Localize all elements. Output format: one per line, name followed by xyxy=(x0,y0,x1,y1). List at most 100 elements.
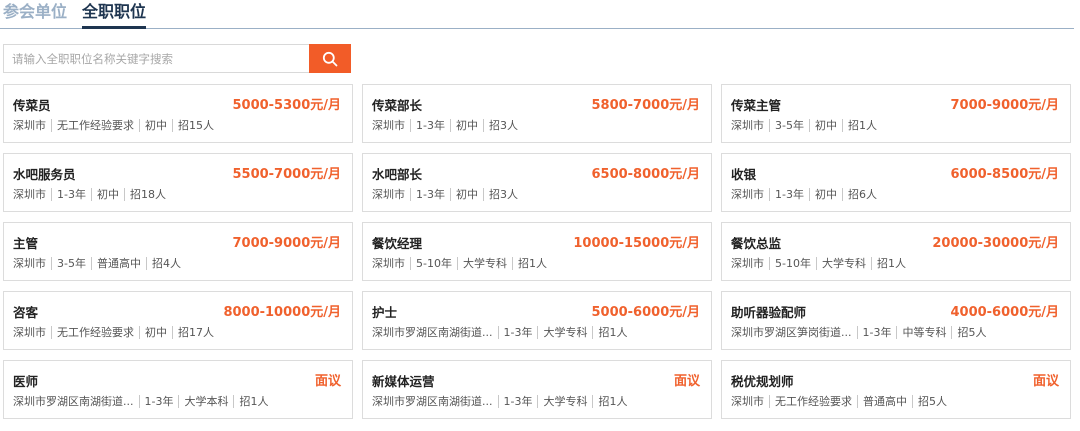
job-card[interactable]: 收银 6000-8500元/月 深圳市 1-3年 初中 招6人 xyxy=(721,153,1071,212)
job-location: 深圳市 xyxy=(13,257,46,270)
job-meta: 深圳市 无工作经验要求 普通高中 招5人 xyxy=(731,395,952,408)
job-title: 税优规划师 xyxy=(731,374,794,389)
job-card[interactable]: 护士 5000-6000元/月 深圳市罗湖区南湖街道... 1-3年 大学专科 … xyxy=(362,291,712,350)
job-headcount: 招18人 xyxy=(123,188,171,201)
search-icon xyxy=(322,51,338,66)
search-button[interactable] xyxy=(309,44,351,73)
job-card[interactable]: 传菜员 5000-5300元/月 深圳市 无工作经验要求 初中 招15人 xyxy=(3,84,353,143)
job-card[interactable]: 餐饮总监 20000-30000元/月 深圳市 5-10年 大学专科 招1人 xyxy=(721,222,1071,281)
job-salary: 面议 xyxy=(1032,374,1059,389)
job-experience: 无工作经验要求 xyxy=(769,395,857,408)
job-title: 护士 xyxy=(372,305,398,320)
job-education: 大学专科 xyxy=(456,257,512,270)
job-meta: 深圳市 5-10年 大学专科 招1人 xyxy=(372,257,552,270)
job-experience: 无工作经验要求 xyxy=(51,326,139,339)
job-headcount: 招6人 xyxy=(841,188,882,201)
job-headcount: 招17人 xyxy=(172,326,219,339)
job-location: 深圳市 xyxy=(372,119,405,132)
job-title: 餐饮总监 xyxy=(731,236,782,251)
job-location: 深圳市 xyxy=(731,257,764,270)
job-title: 传菜主管 xyxy=(731,98,782,113)
tab-jobs[interactable]: 全职职位 xyxy=(82,1,147,29)
job-education: 中等专科 xyxy=(896,326,951,339)
job-location: 深圳市 xyxy=(13,119,46,132)
job-salary: 5000-6000元/月 xyxy=(591,305,700,320)
job-headcount: 招5人 xyxy=(912,395,952,408)
job-salary: 5000-5300元/月 xyxy=(232,98,341,113)
job-headcount: 招1人 xyxy=(841,119,882,132)
job-meta: 深圳市罗湖区南湖街道... 1-3年 大学专科 招1人 xyxy=(372,395,632,408)
job-card[interactable]: 税优规划师 面议 深圳市 无工作经验要求 普通高中 招5人 xyxy=(721,360,1071,419)
job-location: 深圳市罗湖区笋岗街道... xyxy=(731,326,852,339)
job-education: 初中 xyxy=(449,188,483,201)
job-experience: 3-5年 xyxy=(769,119,809,132)
job-experience: 1-3年 xyxy=(856,326,897,339)
job-education: 普通高中 xyxy=(90,257,146,270)
job-education: 初中 xyxy=(808,119,842,132)
job-location: 深圳市 xyxy=(13,326,46,339)
job-card[interactable]: 医师 面议 深圳市罗湖区南湖街道... 1-3年 大学本科 招1人 xyxy=(3,360,353,419)
job-meta: 深圳市 5-10年 大学专科 招1人 xyxy=(731,257,911,270)
job-experience: 1-3年 xyxy=(410,188,450,201)
job-experience: 1-3年 xyxy=(410,119,450,132)
job-education: 初中 xyxy=(808,188,842,201)
job-education: 初中 xyxy=(139,119,172,132)
job-experience: 5-10年 xyxy=(410,257,457,270)
job-title: 水吧部长 xyxy=(372,167,423,182)
job-education: 大学本科 xyxy=(178,395,233,408)
job-headcount: 招3人 xyxy=(482,188,523,201)
job-card[interactable]: 新媒体运营 面议 深圳市罗湖区南湖街道... 1-3年 大学专科 招1人 xyxy=(362,360,712,419)
job-title: 餐饮经理 xyxy=(372,236,423,251)
job-experience: 无工作经验要求 xyxy=(51,119,139,132)
job-education: 普通高中 xyxy=(857,395,912,408)
job-headcount: 招15人 xyxy=(172,119,219,132)
job-card[interactable]: 主管 7000-9000元/月 深圳市 3-5年 普通高中 招4人 xyxy=(3,222,353,281)
job-meta: 深圳市 无工作经验要求 初中 招15人 xyxy=(13,119,219,132)
job-education: 大学专科 xyxy=(537,326,592,339)
job-headcount: 招4人 xyxy=(145,257,186,270)
job-education: 初中 xyxy=(449,119,483,132)
job-meta: 深圳市 1-3年 初中 招6人 xyxy=(731,188,882,201)
job-location: 深圳市 xyxy=(372,257,405,270)
job-location: 深圳市 xyxy=(731,119,764,132)
job-salary: 7000-9000元/月 xyxy=(950,98,1059,113)
job-headcount: 招1人 xyxy=(592,395,632,408)
job-salary: 5800-7000元/月 xyxy=(591,98,700,113)
job-meta: 深圳市 3-5年 初中 招1人 xyxy=(731,119,882,132)
job-title: 水吧服务员 xyxy=(13,167,76,182)
job-meta: 深圳市 1-3年 初中 招18人 xyxy=(13,188,171,201)
job-salary: 面议 xyxy=(673,374,700,389)
search-input[interactable] xyxy=(3,44,309,73)
job-list: 传菜员 5000-5300元/月 深圳市 无工作经验要求 初中 招15人 传菜部… xyxy=(3,84,1073,419)
job-salary: 10000-15000元/月 xyxy=(573,236,700,251)
job-title: 新媒体运营 xyxy=(372,374,435,389)
job-card[interactable]: 传菜主管 7000-9000元/月 深圳市 3-5年 初中 招1人 xyxy=(721,84,1071,143)
job-card[interactable]: 水吧部长 6500-8000元/月 深圳市 1-3年 初中 招3人 xyxy=(362,153,712,212)
job-education: 初中 xyxy=(90,188,124,201)
job-salary: 7000-9000元/月 xyxy=(232,236,341,251)
job-location: 深圳市 xyxy=(731,188,764,201)
job-title: 传菜部长 xyxy=(372,98,423,113)
job-card[interactable]: 传菜部长 5800-7000元/月 深圳市 1-3年 初中 招3人 xyxy=(362,84,712,143)
job-headcount: 招1人 xyxy=(870,257,911,270)
job-card[interactable]: 咨客 8000-10000元/月 深圳市 无工作经验要求 初中 招17人 xyxy=(3,291,353,350)
job-meta: 深圳市罗湖区南湖街道... 1-3年 大学专科 招1人 xyxy=(372,326,632,339)
job-title: 助听器验配师 xyxy=(731,305,807,320)
job-experience: 1-3年 xyxy=(51,188,91,201)
job-title: 收银 xyxy=(731,167,757,182)
job-experience: 1-3年 xyxy=(497,395,538,408)
job-experience: 1-3年 xyxy=(769,188,809,201)
job-meta: 深圳市 1-3年 初中 招3人 xyxy=(372,119,523,132)
job-location: 深圳市 xyxy=(731,395,764,408)
job-card[interactable]: 餐饮经理 10000-15000元/月 深圳市 5-10年 大学专科 招1人 xyxy=(362,222,712,281)
search-bar xyxy=(3,44,351,73)
job-title: 医师 xyxy=(13,374,39,389)
job-card[interactable]: 水吧服务员 5500-7000元/月 深圳市 1-3年 初中 招18人 xyxy=(3,153,353,212)
tab-companies[interactable]: 参会单位 xyxy=(3,1,67,23)
job-headcount: 招3人 xyxy=(482,119,523,132)
job-card[interactable]: 助听器验配师 4000-6000元/月 深圳市罗湖区笋岗街道... 1-3年 中… xyxy=(721,291,1071,350)
job-salary: 6500-8000元/月 xyxy=(591,167,700,182)
job-meta: 深圳市 无工作经验要求 初中 招17人 xyxy=(13,326,219,339)
job-location: 深圳市罗湖区南湖街道... xyxy=(372,395,493,408)
job-salary: 5500-7000元/月 xyxy=(232,167,341,182)
